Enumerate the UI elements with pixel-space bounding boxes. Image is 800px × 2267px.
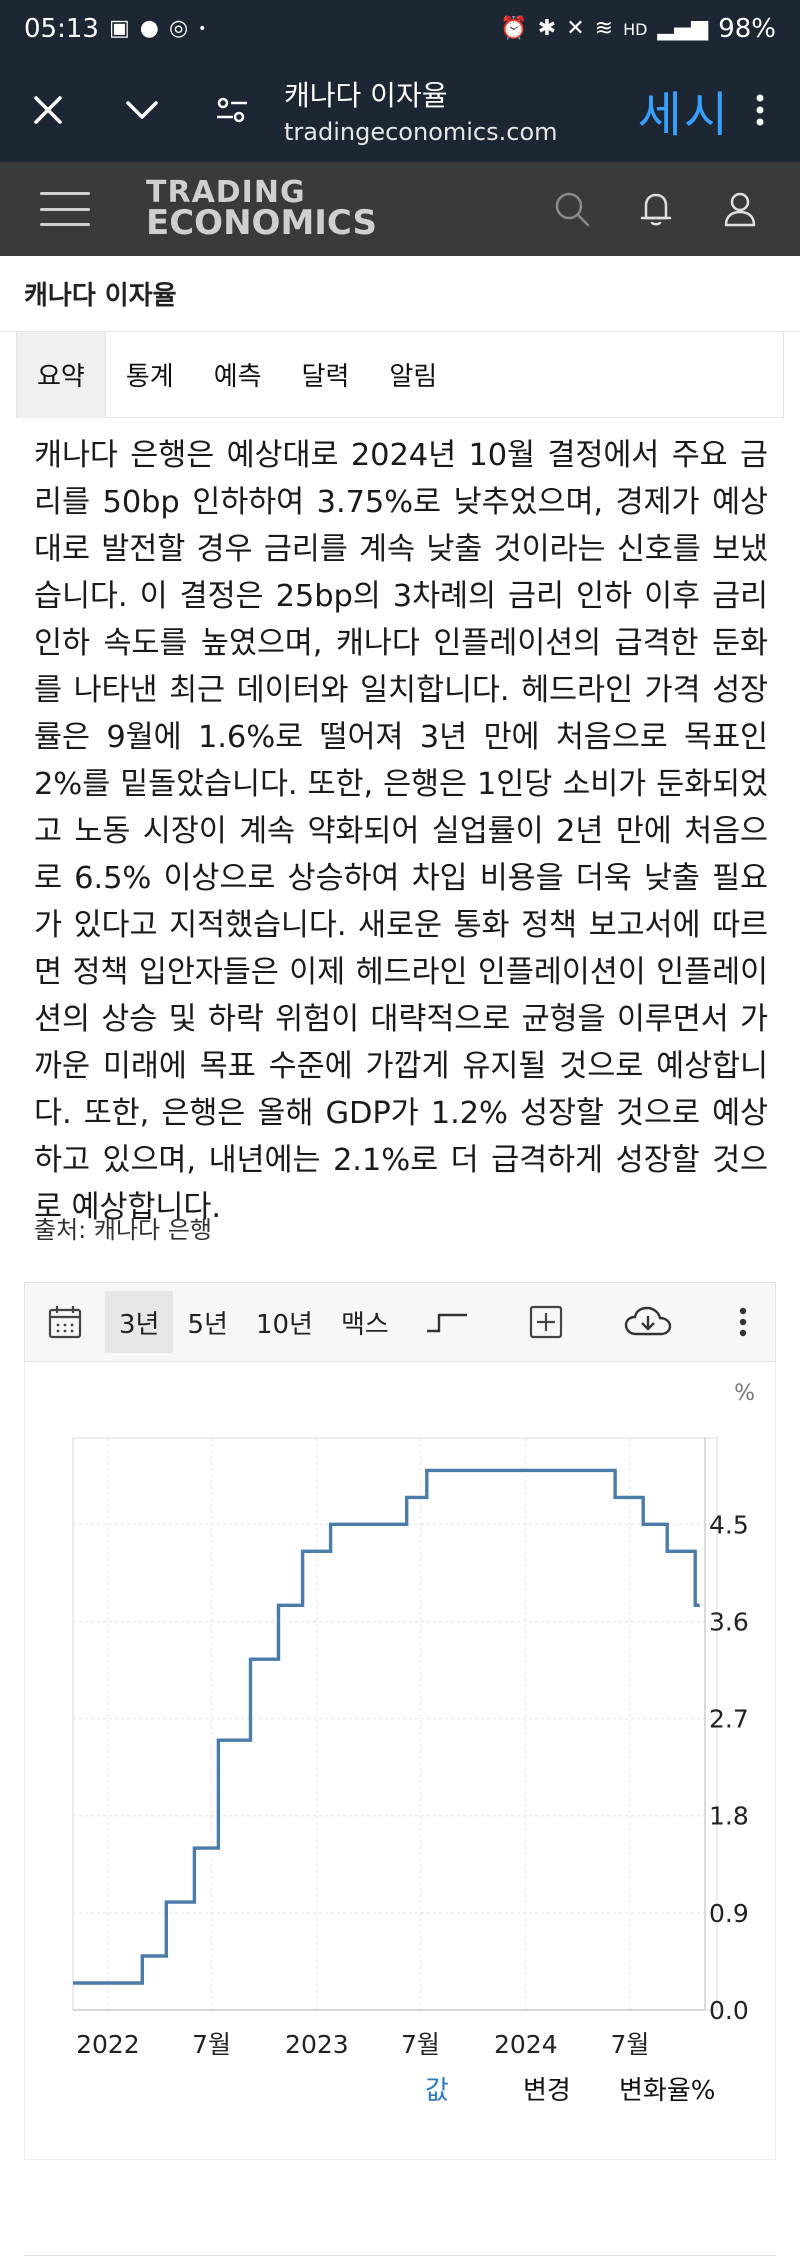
download-icon (625, 1306, 672, 1336)
x-tick-label: 7월 (192, 2030, 231, 2059)
account-button[interactable] (720, 189, 760, 229)
more-notifications-icon: • (198, 21, 207, 37)
legend-change-percent-button[interactable]: 변화율% (619, 2070, 715, 2107)
chart-container: % 0.0 0.9 1.8 2.7 3.6 4.5 2022 7월 2023 7월 2024 7월 값 … (24, 1362, 776, 2160)
step-chart-icon (426, 1313, 467, 1333)
site-settings-button[interactable] (204, 82, 260, 138)
y-tick-label: 2.7 (709, 1705, 749, 1734)
tab-alerts[interactable]: 알림 (369, 332, 457, 418)
battery-percent: 98% (718, 14, 776, 44)
bluetooth-icon: ✱ (537, 16, 557, 41)
x-tick-label: 2024 (494, 2030, 558, 2059)
alarm-icon: ⏰ (500, 16, 528, 41)
tab-page-title: 캐나다 이자율 (284, 79, 448, 112)
compare-add-icon (529, 1305, 562, 1339)
page-title: 캐나다 이자율 (0, 256, 800, 332)
network-hd-label: HD (623, 19, 648, 39)
mute-icon: ✕ (566, 16, 585, 41)
date-range-button[interactable] (39, 1291, 91, 1353)
signal-icon: ▂▄▆ (657, 16, 709, 41)
y-unit-label: % (734, 1381, 755, 1406)
chart-more-button[interactable] (725, 1291, 761, 1353)
close-icon (34, 96, 62, 124)
x-tick-label: 7월 (611, 2030, 650, 2059)
section-tabs: 요약 통계 예측 달력 알림 (16, 331, 784, 418)
y-tick-label: 0.0 (709, 1996, 749, 2025)
x-tick-label: 2023 (285, 2030, 349, 2059)
tab-summary[interactable]: 요약 (17, 331, 106, 418)
tune-icon (217, 97, 247, 123)
status-time: 05:13 (24, 14, 99, 44)
site-logo[interactable]: TRADING ECONOMICS (146, 177, 377, 244)
wifi-icon: ≋ (594, 16, 614, 41)
rate-series-line (73, 1468, 700, 1985)
search-icon (555, 192, 590, 227)
tab-calendar[interactable]: 달력 (282, 332, 370, 418)
chart-type-button[interactable] (421, 1291, 473, 1353)
site-header: TRADING ECONOMICS (0, 162, 800, 256)
source-note: 출처: 캐나다 은행 (34, 1216, 212, 1244)
browser-brand-logo[interactable]: 세시 (638, 75, 730, 145)
legend-value-button[interactable]: 값 (425, 2070, 449, 2107)
range-max-button[interactable]: 맥스 (327, 1291, 403, 1353)
y-tick-label: 1.8 (709, 1802, 749, 1831)
range-5y-button[interactable]: 5년 (173, 1291, 241, 1353)
tab-url: tradingeconomics.com (284, 118, 558, 146)
chart-legend: 값 변경 변화율% (25, 2070, 777, 2120)
gallery-notification-icon: ▣ (108, 16, 130, 41)
rate-chart[interactable]: % 0.0 0.9 1.8 2.7 3.6 4.5 2022 7월 2023 7월 2024 7월 (25, 1362, 777, 2160)
y-tick-label: 0.9 (709, 1899, 749, 1928)
chart-toolbar: 3년 5년 10년 맥스 (24, 1282, 776, 1362)
close-tab-button[interactable] (20, 82, 76, 138)
browser-menu-button[interactable] (740, 93, 780, 127)
minimize-tab-button[interactable] (114, 82, 170, 138)
chevron-down-icon (126, 101, 158, 119)
next-section-edge (24, 2255, 776, 2267)
range-10y-button[interactable]: 10년 (242, 1291, 327, 1353)
tab-title-area: 캐나다 이자율 tradingeconomics.com (284, 74, 558, 146)
x-tick-label: 7월 (401, 2030, 440, 2059)
compare-button[interactable] (520, 1291, 572, 1353)
more-icon (739, 1307, 747, 1337)
search-button[interactable] (552, 189, 592, 229)
y-tick-label: 3.6 (709, 1607, 749, 1636)
browser-toolbar: 캐나다 이자율 tradingeconomics.com 세시 (0, 58, 800, 162)
chat-notification-icon: ● (139, 16, 159, 41)
range-3y-button[interactable]: 3년 (105, 1291, 174, 1353)
summary-paragraph: 캐나다 은행은 예상대로 2024년 10월 결정에서 주요 금리를 50bp … (34, 438, 768, 1225)
sync-notification-icon: ◎ (168, 16, 189, 41)
download-button[interactable] (618, 1291, 678, 1353)
hamburger-menu-button[interactable] (40, 192, 90, 226)
user-icon (724, 192, 756, 227)
calendar-icon (48, 1306, 82, 1339)
x-tick-label: 2022 (76, 2030, 140, 2059)
notifications-button[interactable] (636, 189, 676, 229)
tab-statistics[interactable]: 통계 (106, 332, 194, 418)
tab-forecast[interactable]: 예측 (194, 332, 282, 418)
bell-icon (640, 193, 672, 226)
legend-change-button[interactable]: 변경 (523, 2070, 571, 2107)
y-tick-label: 4.5 (709, 1510, 749, 1539)
more-vertical-icon (756, 94, 764, 126)
logo-line2: ECONOMICS (146, 203, 377, 244)
status-bar: 05:13 ▣ ● ◎ • ⏰ ✱ ✕ ≋ HD ▂▄▆ 98% (0, 0, 800, 58)
